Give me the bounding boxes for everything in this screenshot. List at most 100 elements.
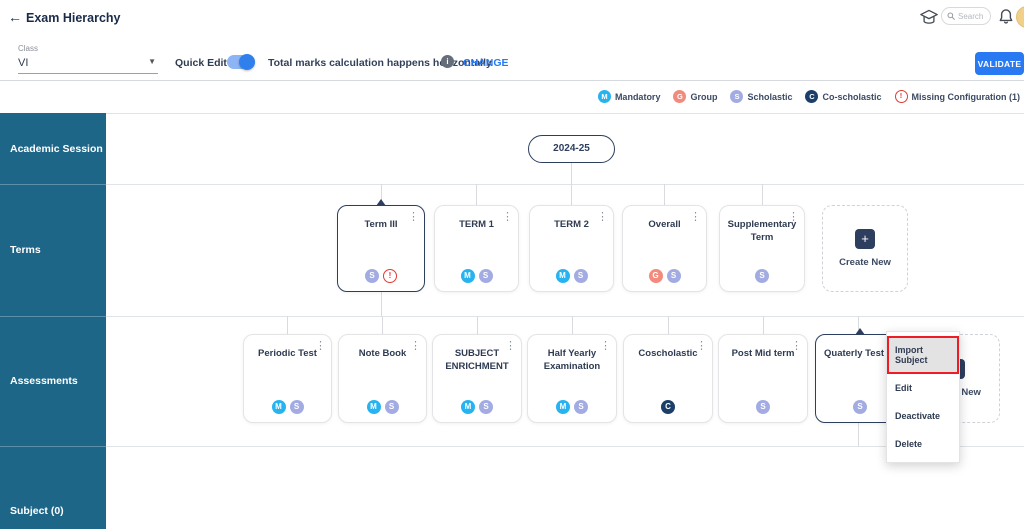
kebab-menu-icon[interactable] [690,212,701,223]
connector-line [381,292,382,316]
legend-item-mandatory: M Mandatory [597,90,661,103]
assessment-card-note-book[interactable]: Note Book M S [338,334,427,423]
assessment-card-post-mid-term[interactable]: Post Mid term S [718,334,808,423]
coscholastic-badge-icon: C [661,400,675,414]
scholastic-badge-icon: S [756,400,770,414]
lane-divider [0,316,1024,317]
kebab-menu-icon[interactable] [791,341,802,352]
validate-button[interactable]: VALIDATE [975,52,1024,75]
badge-row: S [720,269,804,283]
menu-item-delete[interactable]: Delete [887,430,959,458]
sidebar-lane-academic-session: Academic Session [0,113,106,184]
assessment-card-subject-enrichment[interactable]: SUBJECT ENRICHMENT M S [432,334,522,423]
menu-item-edit[interactable]: Edit [887,374,959,402]
toggle-knob [239,54,255,70]
mandatory-badge-icon: M [555,269,570,283]
plus-icon [855,229,875,249]
scholastic-badge-icon: S [384,400,399,414]
connector-line [664,184,665,205]
mandatory-badge-icon: M [366,400,381,414]
badge-row: M S [433,400,521,414]
lane-label: Terms [10,244,41,256]
kebab-menu-icon[interactable] [315,341,326,352]
connector-line [668,316,669,334]
lane-divider [0,446,1024,447]
kebab-menu-icon[interactable] [600,341,611,352]
term-card-supplementary-term[interactable]: Supplementary Term S [719,205,805,292]
class-select-label: Class [18,44,39,53]
class-select[interactable]: Class VI [18,44,158,74]
term-card-term-1[interactable]: TERM 1 M S [434,205,519,292]
alert-icon: ! [383,269,397,283]
legend-label: Missing Configuration (1) [911,91,1021,102]
kebab-menu-icon[interactable] [410,341,421,352]
lane-sidebar: Academic Session Terms Assessments Subje… [0,113,106,529]
mandatory-badge-icon: M [461,400,475,414]
create-new-label: Create New [839,257,891,268]
change-link[interactable]: CHANGE [463,57,509,69]
scholastic-badge-icon: S [666,269,681,283]
badge-row: M S [339,400,426,414]
menu-item-deactivate[interactable]: Deactivate [887,402,959,430]
term-card-term-iii[interactable]: Term III S ! [337,199,425,292]
scholastic-badge-icon: S [289,400,304,414]
connector-line [382,316,383,334]
term-card-term-2[interactable]: TERM 2 M S [529,205,614,292]
assessment-card-periodic-test[interactable]: Periodic Test M S [243,334,332,423]
search-box[interactable] [941,7,991,25]
lane-label: Subject (0) [10,505,64,517]
assessment-card-half-yearly-examination[interactable]: Half Yearly Examination M S [527,334,617,423]
kebab-menu-icon[interactable] [408,212,419,223]
menu-item-import-subject[interactable]: Import Subject [887,336,959,374]
mandatory-badge-icon: M [271,400,286,414]
badge-row: M S [244,400,331,414]
badge-row: S [719,400,807,414]
scholastic-badge-icon: S [574,400,588,414]
scholastic-badge-icon: S [755,269,769,283]
legend-divider [0,113,1024,114]
kebab-menu-icon[interactable] [788,212,799,223]
kebab-menu-icon[interactable] [502,212,513,223]
legend-item-group: G Group [673,90,717,103]
scholastic-badge-icon: S [573,269,588,283]
badge-row: M S [528,400,616,414]
group-badge-icon: G [648,269,663,283]
sidebar-lane-assessments: Assessments [0,316,106,446]
create-new-term-button[interactable]: Create New [822,205,908,292]
quick-edit-label: Quick Edit [175,57,227,69]
quick-edit-toggle[interactable] [227,54,255,70]
marks-note-text: Total marks calculation happens horizont… [268,57,492,69]
scholastic-badge-icon: S [479,400,493,414]
connector-line [287,316,288,334]
card-context-menu: Import Subject Edit Deactivate Delete [886,331,960,463]
back-icon[interactable] [8,9,22,25]
graduation-cap-icon[interactable] [919,8,939,26]
legend-label: Mandatory [614,91,661,102]
search-icon [947,12,955,20]
connector-line [762,184,763,205]
badge-row: M S [530,269,613,283]
assessment-card-coscholastic[interactable]: Coscholastic C [623,334,713,423]
legend: M Mandatory G Group S Scholastic C Co-sc… [597,81,1021,112]
mandatory-badge-icon: M [556,400,570,414]
kebab-menu-icon[interactable] [505,341,516,352]
coscholastic-badge-icon: C [805,90,819,103]
notification-bell-icon[interactable] [999,8,1013,25]
info-icon[interactable] [441,55,454,68]
kebab-menu-icon[interactable] [597,212,608,223]
term-card-overall[interactable]: Overall G S [622,205,707,292]
user-avatar[interactable] [1016,6,1024,28]
search-input[interactable] [958,11,988,21]
legend-label: Scholastic [747,91,793,102]
legend-label: Co-scholastic [822,91,882,102]
connector-line [858,423,859,446]
connector-line [571,184,572,205]
connector-line [572,316,573,334]
sidebar-lane-subject: Subject (0) [0,446,106,529]
mandatory-badge-icon: M [460,269,475,283]
lane-divider [0,184,1024,185]
session-node-2024-25[interactable]: 2024-25 [528,135,615,163]
kebab-menu-icon[interactable] [696,341,707,352]
badge-row: M S [435,269,518,283]
exam-hierarchy-page: Exam Hierarchy Class VI Quick Edit Total… [0,0,1024,529]
